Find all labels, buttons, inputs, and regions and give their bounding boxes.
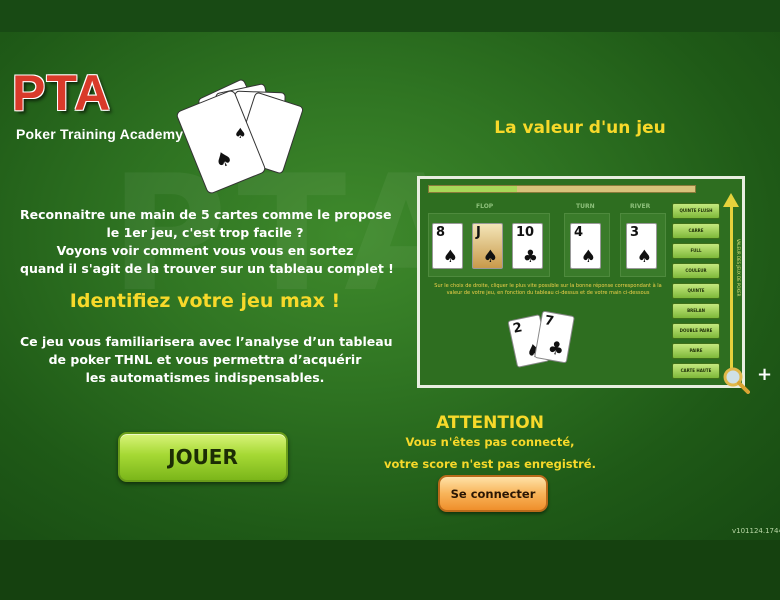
instructions-hint: Sur le choix de droite, cliquer le plus … — [434, 283, 662, 296]
hand-card: 7 ♣ — [534, 310, 575, 364]
version-label: v101124.1744 — [732, 527, 780, 535]
board-card: 3 ♠ — [626, 223, 657, 269]
card-suit: ♣ — [522, 247, 538, 267]
card-rank: 8 — [436, 225, 446, 240]
card-rank: J — [476, 225, 481, 240]
value-scale-text: VALEUR DES JEUX DE POKER — [736, 239, 741, 297]
attention-title: ATTENTION — [436, 413, 544, 433]
pta-logo: PTA Poker Training Academy ♠ ♠ — [10, 65, 320, 194]
description-text: Ce jeu vous familiarisera avec l’analyse… — [20, 333, 393, 387]
intro-text: Reconnaitre une main de 5 cartes comme l… — [20, 206, 394, 278]
option-double-paire: DOUBLE PAIRE — [672, 323, 720, 339]
card-rank: 7 — [543, 313, 555, 330]
zoom-plus-icon[interactable]: + — [757, 364, 772, 385]
logo-title: PTA — [12, 65, 112, 121]
top-bar — [0, 0, 780, 32]
login-button[interactable]: Se connecter — [438, 475, 548, 512]
card-rank: 2 — [511, 320, 524, 337]
board-card: 4 ♠ — [570, 223, 601, 269]
intro-line: Reconnaitre une main de 5 cartes comme l… — [20, 207, 392, 222]
card-suit: ♠ — [580, 247, 596, 267]
card-rank: 4 — [574, 225, 584, 240]
progress-fill — [429, 186, 517, 192]
intro-line: Voyons voir comment vous vous en sortez — [56, 243, 354, 258]
option-carte-haute: CARTE HAUTE — [672, 363, 720, 379]
description-line: Ce jeu vous familiarisera avec l’analyse… — [20, 334, 393, 349]
option-quinte: QUINTE — [672, 283, 720, 299]
flop-label: FLOP — [476, 203, 494, 210]
river-label: RIVER — [630, 203, 651, 210]
card-suit: ♠ — [636, 247, 652, 267]
card-suit: ♠ — [482, 247, 498, 267]
option-paire: PAIRE — [672, 343, 720, 359]
option-couleur: COULEUR — [672, 263, 720, 279]
game-title: La valeur d'un jeu — [494, 118, 666, 138]
option-quinte-flush: QUINTE FLUSH — [672, 203, 720, 219]
logo-subtitle: Poker Training Academy — [16, 126, 184, 142]
option-brelan: BRELAN — [672, 303, 720, 319]
notice-line: votre score n'est pas enregistré. — [384, 457, 596, 471]
progress-bar — [428, 185, 696, 193]
play-button[interactable]: JOUER — [118, 432, 288, 482]
board-card: J ♠ — [472, 223, 503, 269]
board-card: 8 ♠ — [432, 223, 463, 269]
magnifier-icon[interactable] — [722, 366, 750, 394]
svg-text:♠: ♠ — [234, 126, 247, 142]
bottom-bar — [0, 540, 780, 600]
option-carre: CARRE — [672, 223, 720, 239]
description-line: les automatismes indispensables. — [85, 370, 325, 385]
playing-cards-icon: ♠ ♠ — [176, 79, 304, 194]
notice-line: Vous n'êtes pas connecté, — [405, 435, 575, 449]
card-suit: ♠ — [442, 247, 458, 267]
card-rank: 10 — [516, 225, 535, 240]
option-full: FULL — [672, 243, 720, 259]
game-preview: FLOP 8 ♠ J ♠ 10 ♣ TURN 4 ♠ RIVER 3 ♠ Sur… — [417, 176, 745, 388]
headline: Identifiez votre jeu max ! — [69, 290, 341, 312]
value-scale-line — [730, 203, 733, 381]
connection-notice: Vous n'êtes pas connecté, votre score n'… — [380, 431, 600, 475]
card-suit: ♣ — [546, 337, 566, 361]
turn-label: TURN — [576, 203, 595, 210]
intro-line: quand il s'agit de la trouver sur un tab… — [20, 261, 394, 276]
board-card: 10 ♣ — [512, 223, 543, 269]
intro-line: le 1er jeu, c'est trop facile ? — [106, 225, 304, 240]
card-rank: 3 — [630, 225, 640, 240]
description-line: de poker THNL et vous permettra d’acquér… — [48, 352, 362, 367]
